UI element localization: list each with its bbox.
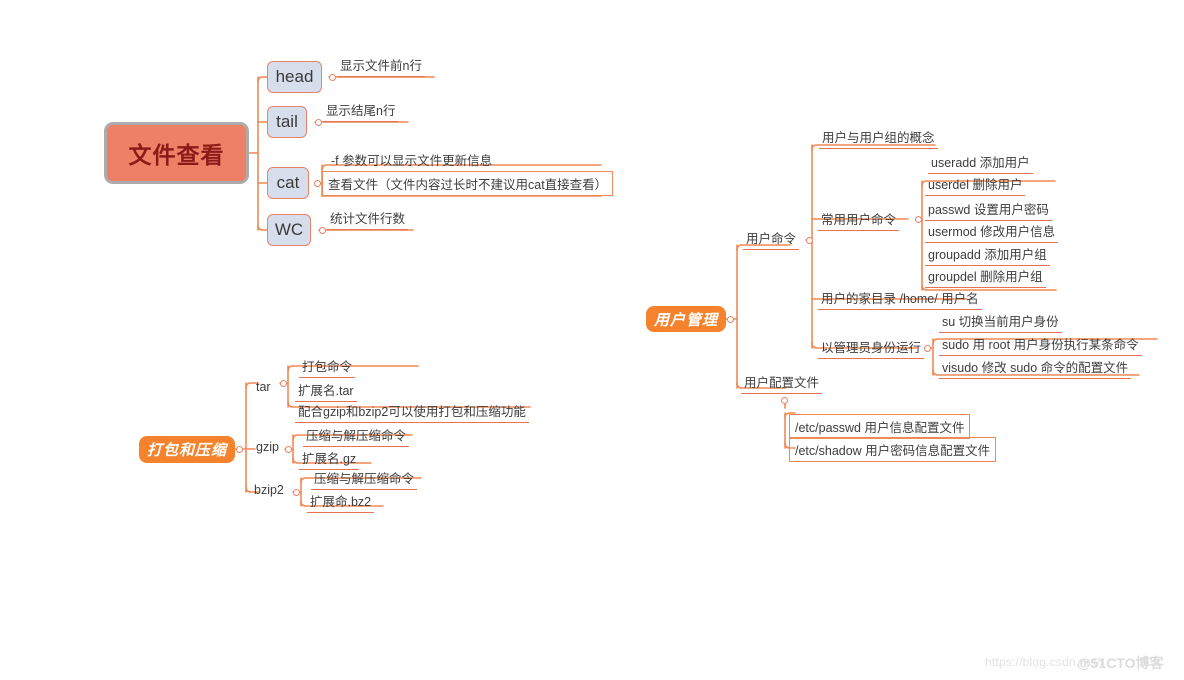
node-command-head[interactable]: head (267, 61, 322, 93)
node-command-cat[interactable]: cat (267, 167, 309, 199)
node-usermod[interactable]: usermod 修改用户信息 (925, 221, 1059, 243)
connector-dot-user-commands (806, 236, 813, 244)
node-tar[interactable]: tar (256, 380, 271, 394)
connector-dot-gzip (285, 445, 292, 453)
connector-dot-pack-compress (236, 445, 243, 453)
connector-dot-common-user-commands (915, 215, 922, 223)
note-cat-0: -f 参数可以显示文件更新信息 (331, 154, 493, 168)
node-etc-passwd[interactable]: /etc/passwd 用户信息配置文件 (789, 414, 971, 439)
node-command-wc[interactable]: WC (267, 214, 311, 246)
node-user-group-concept[interactable]: 用户与用户组的概念 (819, 127, 938, 149)
node-sudo[interactable]: sudo 用 root 用户身份执行某条命令 (939, 334, 1142, 356)
node-user-commands[interactable]: 用户命令 (743, 228, 800, 250)
connector-dot-user-config-files (781, 396, 788, 404)
node-command-tail[interactable]: tail (267, 106, 307, 138)
connector-dot-head (329, 73, 336, 81)
note-head-0: 显示文件前n行 (337, 55, 425, 77)
connector-dot-bzip2 (293, 488, 300, 496)
root-node-file-view[interactable]: 文件查看 (104, 122, 249, 184)
root-node-pack-compress[interactable]: 打包和压缩 (139, 436, 235, 463)
node-bzip2[interactable]: bzip2 (254, 483, 284, 497)
node-gzip-item-0: 压缩与解压缩命令 (303, 425, 410, 447)
node-useradd[interactable]: useradd 添加用户 (928, 152, 1033, 174)
node-groupdel[interactable]: groupdel 删除用户组 (925, 266, 1046, 288)
node-passwd[interactable]: passwd 设置用户密码 (925, 199, 1052, 221)
connector-dot-wc (319, 226, 326, 234)
note-wc-0: 统计文件行数 (327, 208, 409, 230)
node-common-user-commands[interactable]: 常用用户命令 (818, 209, 900, 231)
connector-dot-cat (314, 179, 321, 187)
note-cat-1: 查看文件（文件内容过长时不建议用cat直接查看） (322, 171, 614, 196)
node-gzip-item-1: 扩展名.gz (299, 448, 360, 470)
watermark-brand: @51CTO博客 (1077, 655, 1164, 671)
node-tar-item-0: 打包命令 (299, 356, 356, 378)
mindmap-canvas: 文件查看 head 显示文件前n行 tail 显示结尾n行 cat -f 参数可… (0, 0, 1184, 680)
node-groupadd[interactable]: groupadd 添加用户组 (925, 244, 1050, 266)
connector-dot-tail (315, 118, 322, 126)
node-tar-item-1: 扩展名.tar (295, 380, 357, 402)
node-user-config-files[interactable]: 用户配置文件 (741, 372, 823, 394)
node-gzip[interactable]: gzip (256, 440, 279, 454)
note-tail-0: 显示结尾n行 (323, 100, 399, 122)
node-userdel[interactable]: userdel 删除用户 (925, 174, 1026, 196)
connector-dot-tar (280, 379, 287, 387)
node-su[interactable]: su 切换当前用户身份 (939, 311, 1062, 333)
node-bzip2-item-0: 压缩与解压缩命令 (311, 468, 418, 490)
connector-dot-user-management (727, 315, 734, 323)
node-bzip2-item-1: 扩展命.bz2 (307, 491, 375, 513)
node-run-as-admin[interactable]: 以管理员身份运行 (818, 337, 925, 359)
root-node-user-management[interactable]: 用户管理 (646, 306, 726, 332)
node-etc-shadow[interactable]: /etc/shadow 用户密码信息配置文件 (789, 437, 997, 462)
connector-dot-run-as-admin (924, 344, 931, 352)
node-user-home-dir[interactable]: 用户的家目录 /home/ 用户名 (818, 288, 982, 310)
node-visudo[interactable]: visudo 修改 sudo 命令的配置文件 (939, 357, 1132, 379)
node-tar-item-2: 配合gzip和bzip2可以使用打包和压缩功能 (295, 401, 529, 423)
